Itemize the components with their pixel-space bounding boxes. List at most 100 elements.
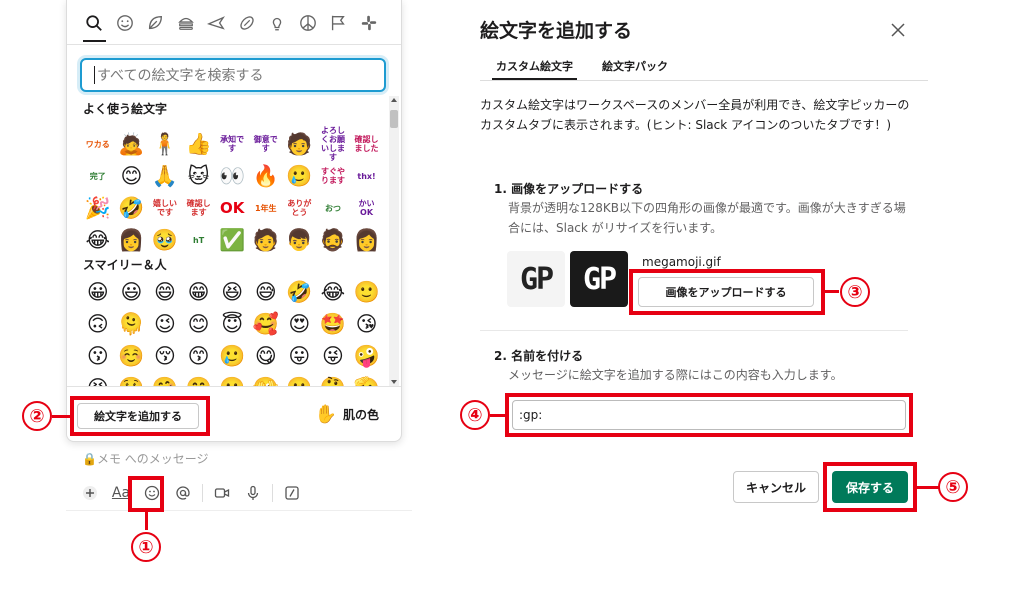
emoji-item[interactable]: 🫡 [350, 372, 384, 386]
plus-icon[interactable] [78, 482, 102, 504]
emoji-item[interactable]: OK [215, 192, 249, 224]
emoji-item[interactable]: 🐱 [182, 160, 216, 192]
shortcut-icon[interactable] [280, 482, 304, 504]
scroll-thumb[interactable] [390, 110, 398, 128]
emoji-item[interactable]: 😅 [249, 276, 283, 308]
emoji-item[interactable]: 😚 [148, 340, 182, 372]
emoji-item[interactable]: 嬉しいです [148, 192, 182, 224]
emoji-item[interactable]: 確認します [182, 192, 216, 224]
emoji-item[interactable]: 御意です [249, 128, 283, 160]
emoji-item[interactable]: 😗 [81, 340, 115, 372]
emoji-item[interactable]: 😁 [182, 276, 216, 308]
emoji-item[interactable]: 😆 [215, 276, 249, 308]
tab-emoji-pack[interactable]: 絵文字パック [602, 58, 668, 74]
emoji-item[interactable]: 🙇 [115, 128, 149, 160]
microphone-icon[interactable] [241, 482, 265, 504]
emoji-item[interactable]: 😂 [316, 276, 350, 308]
emoji-item[interactable]: 🤪 [350, 340, 384, 372]
video-icon[interactable] [210, 482, 234, 504]
bulb-icon[interactable] [262, 8, 293, 38]
emoji-name-input[interactable]: :gp: [512, 400, 906, 430]
emoji-item[interactable]: 😜 [316, 340, 350, 372]
emoji-item[interactable]: 🧑 [249, 224, 283, 256]
emoji-item[interactable]: 🙂 [350, 276, 384, 308]
emoji-item[interactable]: 🧑 [283, 128, 317, 160]
flag-icon[interactable] [323, 8, 354, 38]
emoji-item[interactable]: 🤫 [283, 372, 317, 386]
emoji-item[interactable]: 🎉 [81, 192, 115, 224]
emoji-item[interactable]: 🥰 [249, 308, 283, 340]
smiley-icon[interactable] [110, 8, 141, 38]
emoji-item[interactable]: 🤭 [182, 372, 216, 386]
cancel-button[interactable]: キャンセル [733, 471, 819, 503]
emoji-item[interactable]: 🥲 [283, 160, 317, 192]
emoji-item[interactable]: ✅ [215, 224, 249, 256]
emoji-item[interactable]: 🤔 [316, 372, 350, 386]
emoji-item[interactable]: かいOK [350, 192, 384, 224]
emoji-item[interactable]: 1年生 [249, 192, 283, 224]
plane-icon[interactable] [201, 8, 232, 38]
scroll-up-icon[interactable] [391, 98, 397, 102]
emoji-item[interactable]: 完了 [81, 160, 115, 192]
emoji-item[interactable]: 😇 [215, 308, 249, 340]
emoji-item[interactable]: 🥲 [215, 340, 249, 372]
emoji-item[interactable]: 😘 [350, 308, 384, 340]
mention-icon[interactable] [171, 482, 195, 504]
emoji-item[interactable]: 🤣 [283, 276, 317, 308]
emoji-item[interactable]: 🔥 [249, 160, 283, 192]
emoji-item[interactable]: ありがとう [283, 192, 317, 224]
ball-icon[interactable] [232, 8, 263, 38]
emoji-item[interactable]: 😝 [81, 372, 115, 386]
emoji-item[interactable]: 😛 [283, 340, 317, 372]
emoji-item[interactable]: 🫠 [115, 308, 149, 340]
emoji-item[interactable]: おつ [316, 192, 350, 224]
emoji-item[interactable]: 👩 [350, 224, 384, 256]
save-button[interactable]: 保存する [832, 471, 908, 503]
emoji-item[interactable]: thx! [350, 160, 384, 192]
scroll-down-icon[interactable] [391, 380, 397, 384]
emoji-item[interactable]: 😊 [115, 160, 149, 192]
peace-icon[interactable] [293, 8, 324, 38]
emoji-item[interactable]: 😃 [115, 276, 149, 308]
emoji-item[interactable]: 🫣 [249, 372, 283, 386]
emoji-item[interactable]: 確認しました [350, 128, 384, 160]
search-icon[interactable] [79, 8, 110, 42]
format-button[interactable]: Aa [109, 482, 133, 504]
emoji-item[interactable]: 👀 [215, 160, 249, 192]
slack-icon[interactable] [354, 8, 385, 38]
emoji-item[interactable]: 🙏 [148, 160, 182, 192]
emoji-button[interactable] [140, 482, 164, 504]
emoji-item[interactable]: 🤣 [115, 192, 149, 224]
emoji-item[interactable]: ☺️ [115, 340, 149, 372]
emoji-scrollbar[interactable] [389, 96, 399, 386]
emoji-item[interactable]: 👍 [182, 128, 216, 160]
leaf-icon[interactable] [140, 8, 171, 38]
emoji-item[interactable]: よろしくお願いします [316, 126, 350, 162]
emoji-item[interactable]: 👩 [115, 224, 149, 256]
emoji-item[interactable]: 😋 [249, 340, 283, 372]
emoji-item[interactable]: 承知です [215, 128, 249, 160]
emoji-item[interactable]: hT [182, 224, 216, 256]
emoji-item[interactable]: すぐやります [316, 160, 350, 192]
emoji-search-input[interactable]: すべての絵文字を検索する [80, 58, 386, 92]
emoji-item[interactable]: 😊 [182, 308, 216, 340]
emoji-item[interactable]: 😍 [283, 308, 317, 340]
emoji-item[interactable]: 🥹 [148, 224, 182, 256]
emoji-item[interactable]: 😙 [182, 340, 216, 372]
emoji-item[interactable]: 🤑 [115, 372, 149, 386]
burger-icon[interactable] [171, 8, 202, 38]
emoji-item[interactable]: 😄 [148, 276, 182, 308]
emoji-item[interactable]: 👦 [283, 224, 317, 256]
emoji-item[interactable]: 🙃 [81, 308, 115, 340]
emoji-item[interactable]: 🧔 [316, 224, 350, 256]
add-emoji-button[interactable]: 絵文字を追加する [77, 403, 199, 429]
emoji-item[interactable]: 😂 [81, 224, 115, 256]
emoji-item[interactable]: 🤗 [148, 372, 182, 386]
skin-tone-button[interactable]: ✋ 肌の色 [315, 404, 379, 425]
emoji-item[interactable]: 🤩 [316, 308, 350, 340]
emoji-item[interactable]: 😀 [81, 276, 115, 308]
close-icon[interactable] [888, 20, 908, 40]
emoji-item[interactable]: 🧍 [148, 128, 182, 160]
emoji-item[interactable]: ワカる [81, 128, 115, 160]
upload-image-button[interactable]: 画像をアップロードする [638, 277, 814, 307]
